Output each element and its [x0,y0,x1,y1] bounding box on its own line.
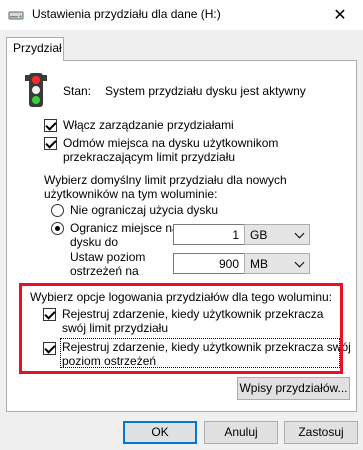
title-bar: Ustawienia przydziału dla dane (H:) ✕ [0,0,363,30]
limit-unit-select[interactable]: GB [244,224,310,245]
enable-quota-label: Włącz zarządzanie przydziałami [63,118,234,132]
defaults-heading-line2: użytkowników na tym woluminie: [44,187,218,201]
traffic-light-icon [25,73,47,107]
warning-value-input[interactable]: 900 [173,253,245,274]
apply-button[interactable]: Zastosuj [284,421,358,444]
limit-unit-value: GB [250,228,268,242]
close-icon: ✕ [333,7,347,24]
chevron-down-icon [294,257,305,268]
ok-button[interactable]: OK [123,421,197,444]
limit-label-line1: Ogranicz miejsce na [70,221,179,235]
cancel-button[interactable]: Anuluj [204,421,278,444]
quota-entries-button[interactable]: Wpisy przydziałów... [237,377,350,400]
deny-space-checkbox[interactable] [44,137,57,150]
no-limit-label: Nie ograniczaj użycia dysku [70,203,219,217]
drive-icon [8,11,24,20]
defaults-heading-line1: Wybierz domyślny limit przydziału dla no… [44,173,287,187]
no-limit-radio[interactable] [51,204,64,217]
warning-label-line1: Ustaw poziom [70,250,146,264]
enable-quota-checkbox[interactable] [44,119,57,132]
status-label: Stan: [63,84,92,98]
tab-quota[interactable]: Przydział [6,37,64,61]
warning-unit-select[interactable]: MB [244,253,310,274]
status-value: System przydziału dysku jest aktywny [105,84,306,98]
highlight-annotation [19,283,343,374]
limit-radio[interactable] [51,222,64,235]
warning-label-line2: ostrzeżeń na [70,264,139,278]
chevron-down-icon [294,228,305,239]
limit-label-line2: dysku do [70,235,119,249]
tab-label: Przydział [13,41,62,55]
close-button[interactable]: ✕ [317,0,363,30]
window-title: Ustawienia przydziału dla dane (H:) [32,7,221,21]
warning-unit-value: MB [250,257,268,271]
deny-space-label-line2: przekraczającym limit przydziału [63,150,236,164]
deny-space-label-line1: Odmów miejsca na dysku użytkownikom [63,136,279,150]
limit-value-input[interactable]: 1 [173,224,245,245]
